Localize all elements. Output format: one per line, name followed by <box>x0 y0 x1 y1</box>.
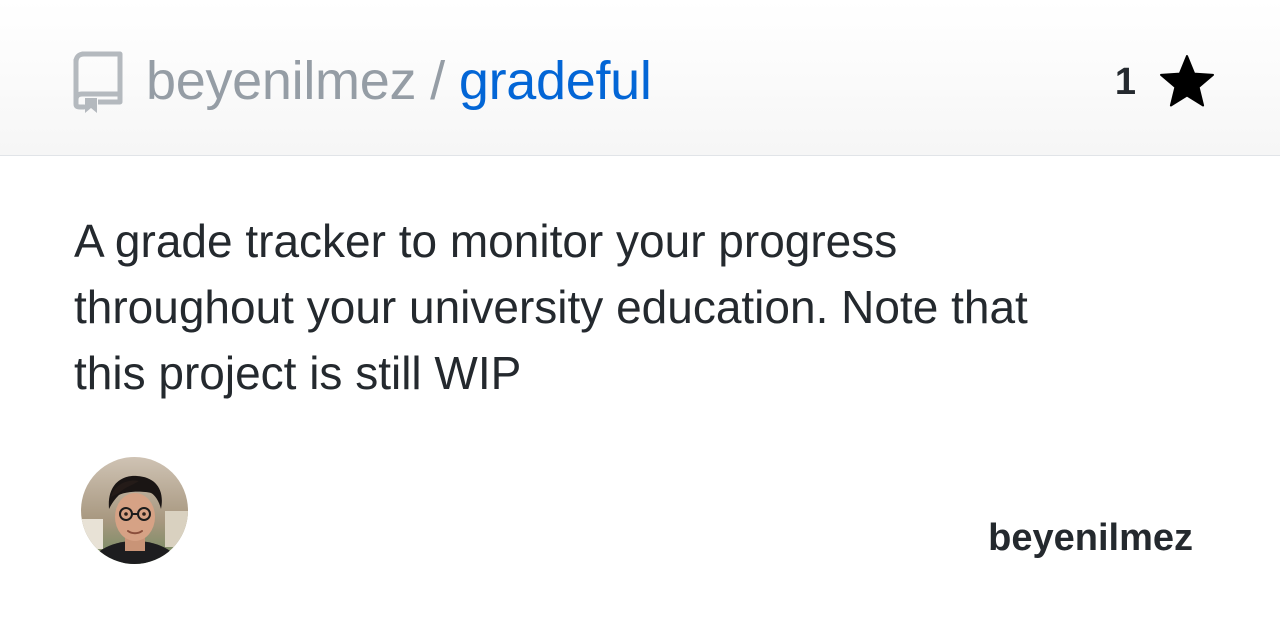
avatar-photo <box>81 457 188 564</box>
star-icon <box>1160 55 1214 107</box>
user-avatar[interactable] <box>81 457 188 564</box>
star-count: 1 <box>1114 60 1136 103</box>
repo-description: A grade tracker to monitor your progress… <box>74 215 1028 399</box>
repo-book-icon <box>73 51 123 113</box>
repo-owner[interactable]: beyenilmez <box>146 51 416 111</box>
star-counter[interactable]: 1 <box>1115 52 1216 112</box>
repo-name-link[interactable]: gradeful <box>459 51 652 111</box>
repo-title: beyenilmez / gradeful <box>146 48 652 114</box>
card-header: beyenilmez / gradeful 1 <box>0 0 1280 156</box>
owner-username[interactable]: beyenilmez <box>988 514 1193 562</box>
repo-separator: / <box>430 51 445 111</box>
repo-social-card: beyenilmez / gradeful 1 A grade tracker to… <box>0 0 1280 640</box>
